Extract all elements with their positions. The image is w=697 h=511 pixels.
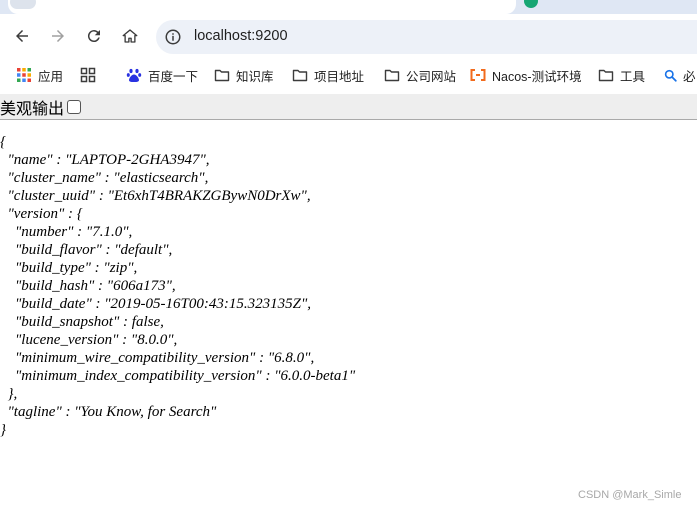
json-line: }: [0, 422, 6, 438]
active-tab[interactable]: [8, 0, 516, 14]
json-line: "build_snapshot" : false,: [0, 314, 164, 330]
csdn-watermark: CSDN @Mark_Simle: [578, 489, 682, 501]
json-line: "number" : "7.1.0",: [0, 224, 133, 240]
back-arrow-icon: [16, 30, 28, 42]
folder-icon: [384, 69, 400, 82]
bookmark-label: 必: [683, 69, 696, 84]
back-button[interactable]: [8, 22, 36, 50]
tab-strip: [0, 0, 697, 14]
reload-button[interactable]: [80, 22, 108, 50]
bookmark-folder-company[interactable]: 公司网站: [384, 65, 456, 85]
url-text[interactable]: localhost:9200: [194, 28, 288, 44]
bookmark-label: Nacos-测试环境: [492, 69, 582, 84]
json-line: "cluster_uuid" : "Et6xhT4BRAKZGBywN0DrXw…: [0, 188, 311, 204]
json-line: },: [0, 386, 18, 402]
folder-icon: [598, 69, 614, 82]
folder-icon: [292, 69, 308, 82]
search-icon: [664, 69, 677, 82]
bookmark-label: 项目地址: [314, 69, 365, 84]
json-response: { "name" : "LAPTOP-2GHA3947", "cluster_n…: [0, 133, 697, 439]
grid-icon: [80, 67, 96, 83]
bookmark-label: 应用: [38, 69, 64, 84]
json-line: {: [0, 134, 6, 150]
extension-icon[interactable]: [524, 0, 538, 8]
forward-button[interactable]: [44, 22, 72, 50]
baidu-paw-icon: [126, 68, 142, 82]
json-line: "minimum_index_compatibility_version" : …: [0, 368, 356, 384]
folder-icon: [214, 69, 230, 82]
bookmark-label: 知识库: [236, 69, 274, 84]
apps-grid-icon: [17, 68, 31, 82]
address-bar[interactable]: localhost:9200: [156, 20, 697, 54]
bookmark-baidu[interactable]: 百度一下: [126, 65, 198, 85]
json-line: "name" : "LAPTOP-2GHA3947",: [0, 152, 210, 168]
bookmark-grid[interactable]: [80, 65, 102, 85]
json-line: "cluster_name" : "elasticsearch",: [0, 170, 209, 186]
tab-favicon: [10, 0, 36, 9]
bookmark-label: 工具: [620, 69, 646, 84]
json-line: "version" : {: [0, 206, 83, 222]
reload-icon: [87, 30, 100, 43]
json-line: "build_date" : "2019-05-16T00:43:15.3231…: [0, 296, 312, 312]
home-icon: [122, 29, 138, 43]
bookmark-folder-projects[interactable]: 项目地址: [292, 65, 364, 85]
json-line: "build_flavor" : "default",: [0, 242, 173, 258]
nacos-icon: [470, 69, 486, 81]
bookmarks-bar: 应用 百度一下 知识库 项目地址 公司网站 Nacos-测试环境 工具 必: [0, 60, 697, 90]
bookmark-folder-knowledge[interactable]: 知识库: [214, 65, 274, 85]
site-info-icon[interactable]: [164, 28, 182, 46]
bookmark-label: 公司网站: [406, 69, 457, 84]
json-line: "tagline" : "You Know, for Search": [0, 404, 217, 420]
json-line: "minimum_wire_compatibility_version" : "…: [0, 350, 315, 366]
pretty-print-bar: 美观输出: [0, 94, 697, 120]
bookmark-nacos[interactable]: Nacos-测试环境: [470, 65, 582, 85]
json-line: "build_type" : "zip",: [0, 260, 138, 276]
bookmark-bing[interactable]: 必: [664, 65, 696, 85]
json-line: "lucene_version" : "8.0.0",: [0, 332, 178, 348]
bookmark-apps[interactable]: 应用: [16, 65, 63, 85]
forward-arrow-icon: [52, 30, 64, 42]
json-line: "build_hash" : "606a173",: [0, 278, 176, 294]
pretty-print-checkbox[interactable]: [67, 100, 82, 114]
bookmark-label: 百度一下: [148, 69, 199, 84]
home-button[interactable]: [116, 22, 144, 50]
browser-toolbar: localhost:9200: [0, 14, 697, 60]
pretty-print-label: 美观输出: [0, 100, 65, 118]
bookmark-folder-tools[interactable]: 工具: [598, 65, 645, 85]
